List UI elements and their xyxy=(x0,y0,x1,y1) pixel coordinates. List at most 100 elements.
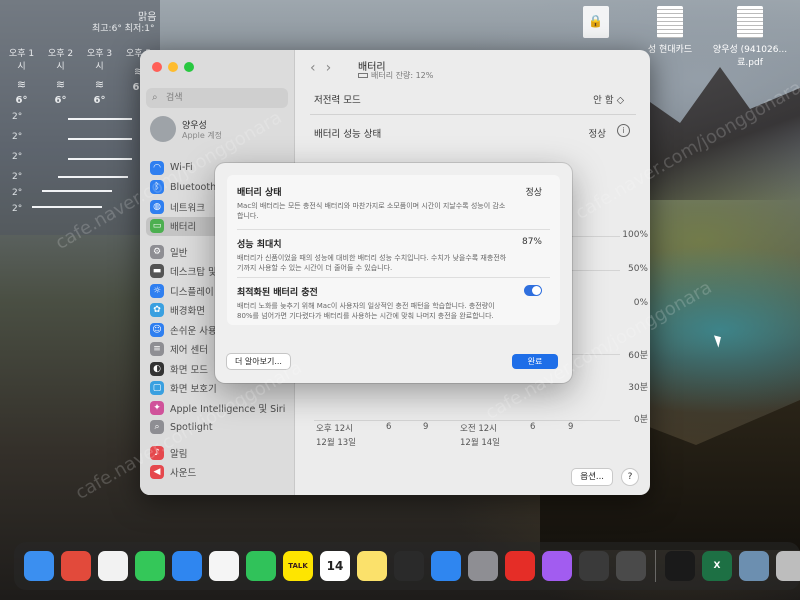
photos-icon[interactable] xyxy=(209,551,239,581)
kakaotalk-icon[interactable]: TALK xyxy=(283,551,313,581)
zoom-button[interactable] xyxy=(184,62,194,72)
search-icon: ⌕ xyxy=(150,420,164,435)
optimized-title: 최적화된 배터리 충전 xyxy=(237,288,318,298)
graph-bar xyxy=(32,206,102,208)
weather-hours: 오후 1시 ≋ 6° 오후 2시 ≋ 6° 오후 3시 ≋ 6° 오후 5 ≋ … xyxy=(6,46,154,106)
account-item[interactable]: 양우성 Apple 계정 xyxy=(150,116,222,142)
capacity-title: 성능 최대치 xyxy=(237,240,282,250)
iphone-mirroring-icon[interactable] xyxy=(616,551,646,581)
youtube-music-icon[interactable] xyxy=(505,551,535,581)
divider xyxy=(237,277,550,278)
sidebar-item-label: 일반 xyxy=(170,247,188,259)
speaker-icon: ◀ xyxy=(150,465,164,480)
hour-label: 오후 3시 xyxy=(86,49,113,72)
desktop-file-pdf[interactable]: 양우성 (941026...료.pdf xyxy=(704,6,796,68)
weather-widget[interactable]: 맑음 최고:6° 최저:1° 오후 1시 ≋ 6° 오후 2시 ≋ 6° 오후 … xyxy=(0,0,160,235)
sidebar-item-siri[interactable]: ✦ Apple Intelligence 및 Siri xyxy=(146,398,289,418)
date-label: 12월 14일 xyxy=(460,438,500,448)
battery-health-dialog: 배터리 상태 정상 Mac의 배터리는 모든 충전식 배터리와 마찬가지로 소모… xyxy=(215,163,572,383)
divider xyxy=(310,114,636,115)
launchpad-icon[interactable] xyxy=(61,551,91,581)
finder-icon[interactable] xyxy=(24,551,54,581)
optimized-charging-toggle[interactable] xyxy=(524,285,542,296)
help-button[interactable]: ? xyxy=(622,469,638,485)
desktop-file-locked[interactable] xyxy=(578,6,614,42)
battery-health-row: 배터리 성능 상태 정상 i xyxy=(314,124,632,140)
wind-icon: ≋ xyxy=(55,78,66,91)
sidebar-item-label: 손쉬운 사용 xyxy=(170,325,217,337)
notes-icon[interactable] xyxy=(357,551,387,581)
sidebar-item-spotlight[interactable]: ⌕ Spotlight xyxy=(146,418,289,438)
learn-more-button[interactable]: 더 알아보기... xyxy=(227,354,290,369)
graph-bar xyxy=(68,118,132,120)
accessibility-icon: ☺ xyxy=(150,322,164,337)
gear-icon: ⚙ xyxy=(150,244,164,259)
sidebar-item-label: 배경화면 xyxy=(170,306,205,318)
status-description: Mac의 배터리는 모든 충전식 배터리와 마찬가지로 소모품이며 시간이 지날… xyxy=(237,202,506,220)
sidebar-item-notifications[interactable]: ♪ 알림 xyxy=(146,443,289,463)
trash-icon[interactable] xyxy=(776,551,800,581)
sidebar-item-sound[interactable]: ◀ 사운드 xyxy=(146,463,289,483)
sidebar-item-label: Spotlight xyxy=(170,421,213,433)
dock-icon: ▬ xyxy=(150,264,164,279)
avatar xyxy=(150,116,176,142)
capacity-description: 배터리가 신품이었을 때의 성능에 대비한 배터리 성능 수치입니다. 수치가 … xyxy=(237,254,507,272)
calculator-icon[interactable] xyxy=(579,551,609,581)
minimize-button[interactable] xyxy=(168,62,178,72)
file-name: 양우성 (941026...료.pdf xyxy=(712,45,788,68)
page-subtitle: 배터리 잔량: 12% xyxy=(358,70,433,81)
finalcut-icon[interactable] xyxy=(394,551,424,581)
health-label: 배터리 성능 상태 xyxy=(314,129,382,140)
status-value: 정상 xyxy=(525,188,542,198)
sidebar-item-label: Bluetooth xyxy=(170,181,217,193)
calendar-icon[interactable]: 14 xyxy=(320,551,350,581)
close-button[interactable] xyxy=(152,62,162,72)
graph-bar xyxy=(68,158,132,160)
appstore-icon[interactable] xyxy=(431,551,461,581)
messages-icon[interactable] xyxy=(135,551,165,581)
dialog-content: 배터리 상태 정상 Mac의 배터리는 모든 충전식 배터리와 마찬가지로 소모… xyxy=(227,175,560,325)
options-button[interactable]: 옵션... xyxy=(572,469,612,485)
excel-icon[interactable]: X xyxy=(702,551,732,581)
settings-icon[interactable] xyxy=(468,551,498,581)
x-tick-label: 6 xyxy=(530,422,536,432)
screensaver-icon: ▢ xyxy=(150,381,164,396)
pdf-icon xyxy=(737,6,763,38)
mail-icon[interactable] xyxy=(172,551,202,581)
graph-bar xyxy=(68,138,132,140)
nav-arrows: ‹› xyxy=(310,60,341,76)
x-tick-label: 6 xyxy=(386,422,392,432)
sidebar-item-label: 사운드 xyxy=(170,468,197,480)
low-power-select[interactable]: 안 함 ◇ xyxy=(593,92,624,106)
sidebar-item-label: 화면 보호기 xyxy=(170,384,217,396)
axis-label: 30분 xyxy=(628,383,648,393)
desktop-file-card[interactable]: 성 현대카드 xyxy=(640,6,700,55)
document-icon xyxy=(657,6,683,38)
sun-icon: ☼ xyxy=(150,283,164,298)
sidebar-item-label: 배터리 xyxy=(170,222,197,234)
weather-hilo: 최고:6° 최저:1° xyxy=(92,24,155,34)
chrome-icon[interactable] xyxy=(98,551,128,581)
axis-label: 0% xyxy=(633,298,648,308)
graph-label: 2° xyxy=(12,152,23,162)
info-icon[interactable]: i xyxy=(617,124,630,137)
forward-arrow-icon[interactable]: › xyxy=(326,60,342,76)
wifi-icon: ◠ xyxy=(150,160,164,175)
axis-label: 0분 xyxy=(633,415,648,425)
preview-icon[interactable] xyxy=(739,551,769,581)
battery-level-icon xyxy=(358,73,368,78)
battery-status-section: 배터리 상태 정상 Mac의 배터리는 모든 충전식 배터리와 마찬가지로 소모… xyxy=(237,185,550,221)
done-button[interactable]: 완료 xyxy=(512,354,558,369)
search-icon: ⌕ xyxy=(152,92,158,103)
hour-temp: 6° xyxy=(15,95,28,106)
max-capacity-section: 성능 최대치 87% 배터리가 신품이었을 때의 성능에 대비한 배터리 성능 … xyxy=(237,237,550,273)
podcast-icon[interactable] xyxy=(542,551,572,581)
low-power-row: 저전력 모드 안 함 ◇ xyxy=(314,92,632,106)
capcut-icon[interactable] xyxy=(665,551,695,581)
search-input[interactable]: ⌕ 검색 xyxy=(146,88,288,108)
facetime-icon[interactable] xyxy=(246,551,276,581)
back-arrow-icon[interactable]: ‹ xyxy=(310,60,326,76)
divider xyxy=(237,229,550,230)
siri-icon: ✦ xyxy=(150,400,164,415)
low-power-label: 저전력 모드 xyxy=(314,95,361,106)
